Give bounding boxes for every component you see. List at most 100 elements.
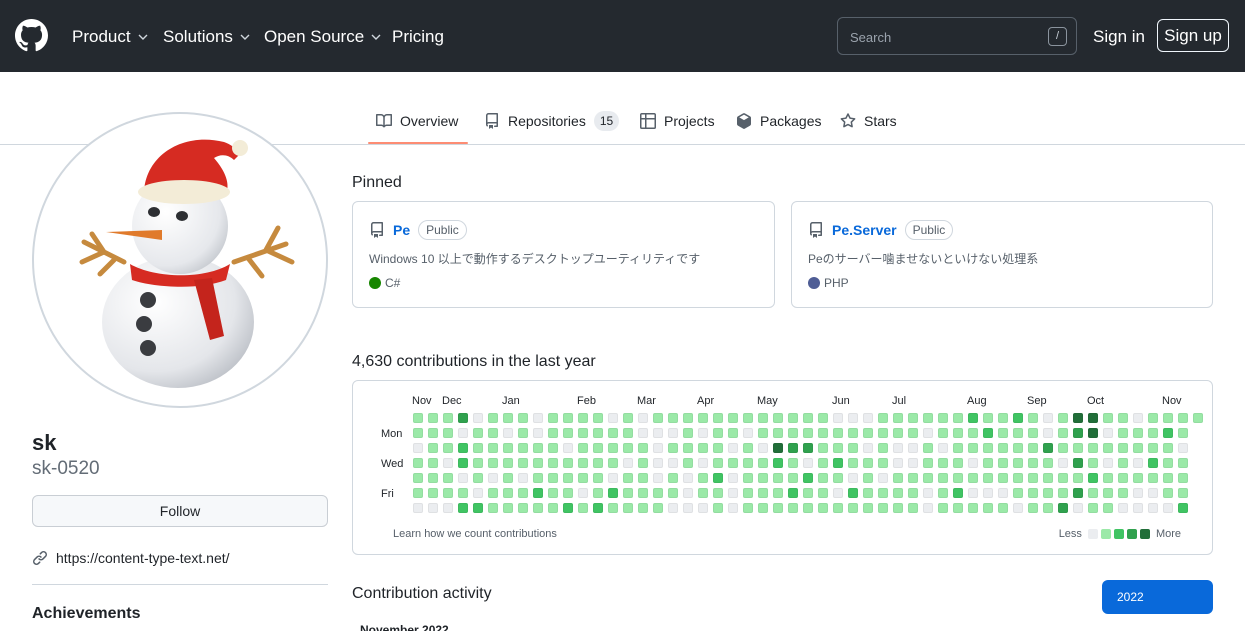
contribution-cell[interactable] xyxy=(503,473,513,483)
contribution-cell[interactable] xyxy=(998,503,1008,513)
contribution-cell[interactable] xyxy=(503,428,513,438)
contribution-cell[interactable] xyxy=(1178,428,1188,438)
contribution-cell[interactable] xyxy=(593,488,603,498)
contribution-cell[interactable] xyxy=(743,473,753,483)
contribution-cell[interactable] xyxy=(878,428,888,438)
contribution-cell[interactable] xyxy=(803,503,813,513)
contribution-cell[interactable] xyxy=(593,443,603,453)
contribution-cell[interactable] xyxy=(1148,458,1158,468)
contribution-cell[interactable] xyxy=(518,503,528,513)
contribution-cell[interactable] xyxy=(908,503,918,513)
contribution-cell[interactable] xyxy=(1163,443,1173,453)
contribution-cell[interactable] xyxy=(1088,443,1098,453)
contribution-cell[interactable] xyxy=(1013,428,1023,438)
contribution-cell[interactable] xyxy=(968,473,978,483)
contribution-cell[interactable] xyxy=(1118,458,1128,468)
contribution-cell[interactable] xyxy=(578,428,588,438)
contribution-cell[interactable] xyxy=(1163,473,1173,483)
contribution-cell[interactable] xyxy=(863,503,873,513)
contribution-cell[interactable] xyxy=(548,488,558,498)
contribution-cell[interactable] xyxy=(1013,488,1023,498)
contribution-cell[interactable] xyxy=(1043,488,1053,498)
contribution-cell[interactable] xyxy=(908,488,918,498)
contribution-cell[interactable] xyxy=(548,413,558,423)
contribution-cell[interactable] xyxy=(503,458,513,468)
contribution-cell[interactable] xyxy=(938,413,948,423)
contribution-cell[interactable] xyxy=(1133,473,1143,483)
contribution-cell[interactable] xyxy=(818,503,828,513)
contribution-cell[interactable] xyxy=(893,473,903,483)
contribution-cell[interactable] xyxy=(893,488,903,498)
avatar[interactable] xyxy=(32,112,328,408)
contribution-cell[interactable] xyxy=(728,413,738,423)
contribution-cell[interactable] xyxy=(818,488,828,498)
contribution-cell[interactable] xyxy=(578,413,588,423)
contribution-cell[interactable] xyxy=(908,458,918,468)
contribution-cell[interactable] xyxy=(1103,428,1113,438)
contribution-cell[interactable] xyxy=(968,488,978,498)
contribution-cell[interactable] xyxy=(473,488,483,498)
nav-solutions[interactable]: Solutions xyxy=(163,27,251,47)
contribution-cell[interactable] xyxy=(863,443,873,453)
contribution-cell[interactable] xyxy=(1028,503,1038,513)
contribution-cell[interactable] xyxy=(1058,413,1068,423)
nav-pricing[interactable]: Pricing xyxy=(392,27,444,47)
contribution-cell[interactable] xyxy=(683,443,693,453)
contribution-cell[interactable] xyxy=(623,503,633,513)
contribution-cell[interactable] xyxy=(698,458,708,468)
contribution-cell[interactable] xyxy=(893,413,903,423)
contribution-cell[interactable] xyxy=(818,428,828,438)
contribution-cell[interactable] xyxy=(668,413,678,423)
website-link[interactable]: https://content-type-text.net/ xyxy=(32,549,230,567)
contribution-cell[interactable] xyxy=(458,458,468,468)
contribution-cell[interactable] xyxy=(578,503,588,513)
contribution-cell[interactable] xyxy=(548,458,558,468)
contribution-cell[interactable] xyxy=(533,488,543,498)
contribution-cell[interactable] xyxy=(1163,428,1173,438)
contribution-cell[interactable] xyxy=(1178,413,1188,423)
contribution-cell[interactable] xyxy=(698,413,708,423)
contribution-cell[interactable] xyxy=(458,503,468,513)
contribution-cell[interactable] xyxy=(1028,473,1038,483)
contribution-cell[interactable] xyxy=(893,503,903,513)
contribution-cell[interactable] xyxy=(518,443,528,453)
contribution-cell[interactable] xyxy=(863,473,873,483)
contribution-cell[interactable] xyxy=(1103,413,1113,423)
contribution-cell[interactable] xyxy=(998,428,1008,438)
contribution-cell[interactable] xyxy=(503,413,513,423)
contribution-cell[interactable] xyxy=(638,413,648,423)
contribution-cell[interactable] xyxy=(1043,428,1053,438)
pinned-repo-link[interactable]: Pe.Server xyxy=(832,222,897,238)
contribution-cell[interactable] xyxy=(653,413,663,423)
contribution-cell[interactable] xyxy=(623,428,633,438)
contribution-cell[interactable] xyxy=(1148,443,1158,453)
contribution-cell[interactable] xyxy=(893,458,903,468)
contribution-cell[interactable] xyxy=(1028,428,1038,438)
contribution-cell[interactable] xyxy=(1013,443,1023,453)
contribution-cell[interactable] xyxy=(1028,488,1038,498)
contribution-cell[interactable] xyxy=(428,473,438,483)
contribution-cell[interactable] xyxy=(608,488,618,498)
contribution-cell[interactable] xyxy=(938,443,948,453)
contribution-cell[interactable] xyxy=(848,428,858,438)
contribution-cell[interactable] xyxy=(863,413,873,423)
contribution-cell[interactable] xyxy=(1133,428,1143,438)
contribution-cell[interactable] xyxy=(1163,488,1173,498)
contribution-cell[interactable] xyxy=(1013,473,1023,483)
contribution-cell[interactable] xyxy=(1178,503,1188,513)
contribution-cell[interactable] xyxy=(1178,443,1188,453)
contribution-cell[interactable] xyxy=(593,428,603,438)
contribution-cell[interactable] xyxy=(518,458,528,468)
contribution-cell[interactable] xyxy=(503,443,513,453)
contribution-cell[interactable] xyxy=(1118,503,1128,513)
contribution-cell[interactable] xyxy=(803,443,813,453)
contribution-cell[interactable] xyxy=(878,458,888,468)
contribution-cell[interactable] xyxy=(998,458,1008,468)
contribution-cell[interactable] xyxy=(983,458,993,468)
contribution-cell[interactable] xyxy=(578,488,588,498)
contribution-cell[interactable] xyxy=(923,488,933,498)
contribution-cell[interactable] xyxy=(923,413,933,423)
contribution-cell[interactable] xyxy=(638,458,648,468)
contribution-cell[interactable] xyxy=(608,503,618,513)
contribution-cell[interactable] xyxy=(818,443,828,453)
